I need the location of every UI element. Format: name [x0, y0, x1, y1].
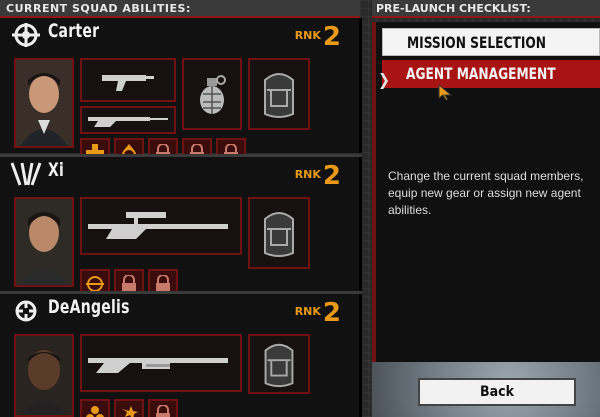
agent-rank: RNK2 — [294, 22, 341, 52]
agent-header: Carter RNK2 — [0, 18, 359, 54]
agent-card-deangelis[interactable]: DeAngelis RNK2 — [0, 294, 362, 417]
agent-management-button[interactable]: ❯ AGENT MANAGEMENT — [378, 60, 600, 89]
agent-header: DeAngelis RNK2 — [0, 294, 359, 330]
weapon-slot-rifle[interactable] — [80, 106, 176, 134]
commando-icon — [10, 22, 42, 48]
agent-portrait[interactable] — [14, 197, 74, 287]
ability-locked[interactable] — [148, 399, 178, 417]
backpack-icon — [264, 73, 294, 118]
gear-slot-backpack[interactable] — [248, 58, 310, 130]
squad-abilities-header: CURRENT SQUAD ABILITIES: — [0, 0, 360, 18]
ability-biohazard[interactable] — [80, 399, 110, 417]
checklist-description: Change the current squad members, equip … — [388, 169, 584, 217]
grenade-icon — [200, 75, 226, 114]
cursor-icon — [438, 84, 452, 100]
agent-portrait[interactable] — [14, 58, 74, 148]
agent-portrait[interactable] — [14, 334, 74, 417]
gear-slot-backpack[interactable] — [248, 334, 310, 394]
rifle-icon — [88, 117, 168, 127]
sniper-icon — [10, 161, 42, 187]
ability-shrapnel[interactable] — [114, 399, 144, 417]
back-button[interactable]: Back — [418, 378, 576, 406]
lock-icon — [156, 405, 170, 417]
backpack-icon — [264, 343, 294, 388]
chevron-right-icon: ❯ — [378, 70, 391, 89]
checklist-panel: MISSION SELECTION ❯ AGENT MANAGEMENT Cha… — [372, 22, 600, 362]
shotgun-icon — [88, 358, 228, 373]
smg-icon — [102, 75, 154, 91]
agent-card-xi[interactable]: Xi RNK2 — [0, 157, 362, 291]
gear-slot-backpack[interactable] — [248, 197, 310, 269]
weapon-slot-sniper-rifle[interactable] — [80, 197, 242, 255]
agent-name: Xi — [48, 159, 65, 181]
weapon-slot-shotgun[interactable] — [80, 334, 242, 392]
mission-selection-button[interactable]: MISSION SELECTION — [382, 28, 600, 56]
pre-launch-checklist-header: PRE-LAUNCH CHECKLIST: — [372, 0, 600, 18]
heavy-icon — [10, 298, 42, 324]
gear-slot-grenade[interactable] — [182, 58, 242, 130]
game-screen: CURRENT SQUAD ABILITIES: Carter RNK2 Xi … — [0, 0, 600, 417]
agent-name: DeAngelis — [48, 296, 130, 318]
backpack-icon — [264, 212, 294, 257]
biohazard-icon — [86, 406, 104, 417]
squad-list: Carter RNK2 Xi RNK2 DeAngelis RNK2 — [0, 18, 362, 417]
agent-rank: RNK2 — [294, 161, 341, 191]
sniper-rifle-icon — [88, 212, 228, 239]
agent-header: Xi RNK2 — [0, 157, 359, 193]
agent-rank: RNK2 — [294, 298, 341, 328]
shrapnel-icon — [122, 406, 138, 417]
agent-card-carter[interactable]: Carter RNK2 — [0, 18, 362, 153]
weapon-slot-smg[interactable] — [80, 58, 176, 102]
agent-name: Carter — [48, 20, 100, 42]
